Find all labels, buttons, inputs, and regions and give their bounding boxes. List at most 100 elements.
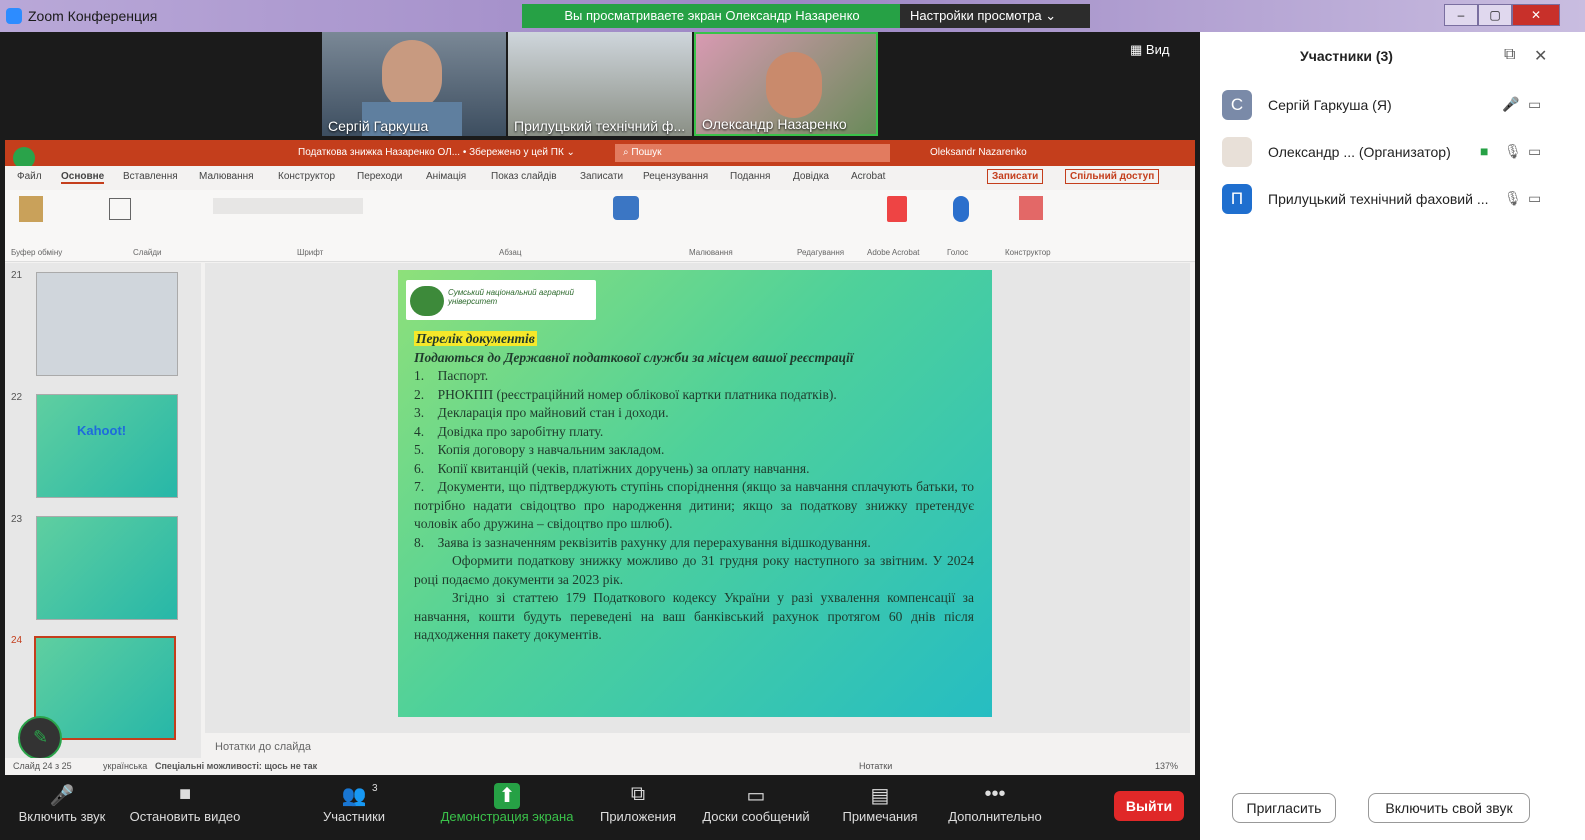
university-name: Сумський національний аграрний університ… bbox=[448, 288, 574, 306]
close-button[interactable]: ✕ bbox=[1512, 4, 1560, 26]
camera-off-icon[interactable]: ▭ bbox=[1528, 143, 1541, 160]
mute-button[interactable]: 🎤 Включить звук bbox=[14, 783, 110, 824]
thumb-number: 23 bbox=[11, 514, 23, 525]
thumb-number: 24 bbox=[11, 635, 23, 646]
font-family-select[interactable] bbox=[213, 198, 363, 214]
slide-notes[interactable]: Нотатки до слайда bbox=[205, 735, 1190, 757]
annotate-pen-button[interactable]: ✎ bbox=[18, 716, 62, 760]
pen-icon: ✎ bbox=[33, 727, 49, 747]
popout-icon[interactable]: ⧉ bbox=[1504, 46, 1515, 64]
microphone-icon[interactable]: 🎙 bbox=[1504, 143, 1522, 160]
record-button[interactable]: Записати bbox=[987, 169, 1044, 184]
invite-button[interactable]: Пригласить bbox=[1232, 793, 1336, 823]
shapes-icon[interactable] bbox=[613, 196, 639, 220]
slide-thumbnail-23[interactable] bbox=[36, 516, 178, 620]
view-options-button[interactable]: Настройки просмотра ⌄ bbox=[900, 4, 1090, 28]
tab-file[interactable]: Файл bbox=[17, 171, 42, 182]
share-screen-button[interactable]: ⬆ Демонстрация экрана bbox=[432, 783, 582, 824]
meeting-toolbar: 🎤 Включить звук ■ Остановить видео 👥 Уча… bbox=[0, 775, 1200, 840]
video-tile-3[interactable]: Олександр Назаренко bbox=[694, 32, 878, 136]
slide-logo-banner: Сумський національний аграрний університ… bbox=[406, 280, 596, 320]
tab-draw[interactable]: Малювання bbox=[199, 171, 254, 182]
mute-label: Включить звук bbox=[18, 809, 106, 824]
unmute-self-button[interactable]: Включить свой звук bbox=[1368, 793, 1530, 823]
ppt-document-title: Податкова знижка Назаренко ОЛ... • Збере… bbox=[298, 147, 575, 158]
tab-record[interactable]: Записати bbox=[580, 171, 623, 182]
ribbon-group-paragraph: Абзац bbox=[499, 248, 522, 257]
ribbon-group-drawing: Малювання bbox=[689, 248, 733, 257]
current-slide: Сумський національний аграрний університ… bbox=[398, 270, 992, 717]
dictate-icon[interactable] bbox=[953, 196, 969, 222]
stop-video-button[interactable]: ■ Остановить видео bbox=[122, 783, 248, 824]
panel-title: Участники (3) bbox=[1300, 48, 1393, 64]
close-panel-icon[interactable]: ✕ bbox=[1534, 46, 1547, 66]
view-button[interactable]: ▦ Вид bbox=[1130, 42, 1169, 58]
more-label: Дополнительно bbox=[948, 809, 1042, 824]
tab-insert[interactable]: Вставлення bbox=[123, 171, 178, 182]
share-banner: Вы просматриваете экран Олександр Назаре… bbox=[522, 4, 902, 28]
participant-face bbox=[382, 40, 442, 110]
participants-button[interactable]: 👥 Участники 3 bbox=[312, 783, 396, 824]
camera-off-icon[interactable]: ▭ bbox=[1528, 190, 1541, 207]
video-tile-1[interactable]: Сергій Гаркуша bbox=[322, 32, 506, 136]
more-icon: ••• bbox=[984, 783, 1006, 805]
notes-toggle[interactable]: Нотатки bbox=[859, 761, 892, 771]
participant-row[interactable]: С Сергій Гаркуша (Я) 🎤 ▭ bbox=[1222, 90, 1562, 120]
slide-thumbnail-21[interactable] bbox=[36, 272, 178, 376]
university-logo-icon bbox=[410, 286, 444, 316]
whiteboards-label: Доски сообщений bbox=[702, 809, 810, 824]
apps-button[interactable]: ⧉ Приложения bbox=[592, 783, 684, 824]
slide-heading: Перелік документів bbox=[414, 331, 537, 346]
doc-item: 1. Паспорт. bbox=[414, 368, 489, 383]
designer-icon[interactable] bbox=[1019, 196, 1043, 220]
paste-icon[interactable] bbox=[19, 196, 43, 222]
ppt-title-bar: Податкова знижка Назаренко ОЛ... • Збере… bbox=[5, 140, 1195, 169]
accessibility-status[interactable]: Спеціальні можливості: щось не так bbox=[155, 761, 317, 771]
doc-item: 2. РНОКПП (реєстраційний номер облікової… bbox=[414, 386, 837, 402]
slide-subheading: Подаються до Державної податкової служби… bbox=[414, 349, 854, 365]
tab-animations[interactable]: Анімація bbox=[426, 171, 466, 182]
video-tile-2[interactable]: Прилуцький технічний ф... bbox=[508, 32, 692, 136]
participants-icon: 👥 bbox=[341, 785, 367, 807]
doc-item: 4. Довідка про заробітну плату. bbox=[414, 423, 604, 439]
grid-icon: ▦ bbox=[1130, 42, 1146, 57]
apps-label: Приложения bbox=[599, 809, 677, 824]
microphone-icon[interactable]: 🎙 bbox=[1504, 190, 1522, 207]
pdf-icon[interactable] bbox=[887, 196, 907, 222]
zoom-level[interactable]: 137% bbox=[1155, 761, 1178, 771]
tab-slideshow[interactable]: Показ слайдів bbox=[491, 171, 557, 182]
slide-thumbnail-22[interactable]: Kahoot! bbox=[36, 394, 178, 498]
tab-design[interactable]: Конструктор bbox=[278, 171, 335, 182]
whiteboards-button[interactable]: ▭ Доски сообщений bbox=[694, 783, 818, 824]
new-slide-icon[interactable] bbox=[109, 198, 131, 220]
share-button[interactable]: Спільний доступ bbox=[1065, 169, 1160, 184]
leave-button[interactable]: Выйти bbox=[1114, 791, 1184, 821]
share-screen-icon: ⬆ bbox=[494, 783, 520, 809]
participant-row[interactable]: Олександр ... (Организатор) ■ 🎙 ▭ bbox=[1222, 137, 1562, 167]
ribbon-group-designer: Конструктор bbox=[1005, 248, 1051, 257]
camera-off-icon[interactable]: ▭ bbox=[1528, 96, 1541, 113]
maximize-button[interactable]: ▢ bbox=[1478, 4, 1512, 26]
ribbon-group-font: Шрифт bbox=[297, 248, 324, 257]
ribbon-group-voice: Голос bbox=[947, 248, 969, 257]
tab-home[interactable]: Основне bbox=[61, 171, 105, 184]
tab-view[interactable]: Подання bbox=[730, 171, 770, 182]
search-placeholder: Пошук bbox=[631, 147, 662, 158]
minimize-button[interactable]: – bbox=[1444, 4, 1478, 26]
participant-row[interactable]: П Прилуцький технічний фаховий ... 🎙 ▭ bbox=[1222, 184, 1562, 214]
notes-button[interactable]: ▤ Примечания bbox=[834, 783, 926, 824]
microphone-muted-icon: 🎤 bbox=[49, 785, 75, 807]
status-language[interactable]: українська bbox=[103, 761, 147, 771]
ppt-search[interactable]: ⌕ Пошук bbox=[615, 144, 890, 162]
tab-review[interactable]: Рецензування bbox=[643, 171, 708, 182]
participant-name: Сергій Гаркуша (Я) bbox=[1268, 97, 1392, 113]
microphone-muted-icon[interactable]: 🎤 bbox=[1502, 96, 1519, 113]
tab-acrobat[interactable]: Acrobat bbox=[851, 171, 885, 182]
ribbon-group-editing: Редагування bbox=[797, 248, 845, 257]
video-name: Олександр Назаренко bbox=[702, 116, 847, 132]
view-label: Вид bbox=[1145, 42, 1170, 57]
share-screen-label: Демонстрация экрана bbox=[440, 809, 574, 824]
tab-help[interactable]: Довідка bbox=[793, 171, 829, 182]
more-button[interactable]: ••• Дополнительно bbox=[940, 783, 1050, 824]
tab-transitions[interactable]: Переходи bbox=[357, 171, 402, 182]
